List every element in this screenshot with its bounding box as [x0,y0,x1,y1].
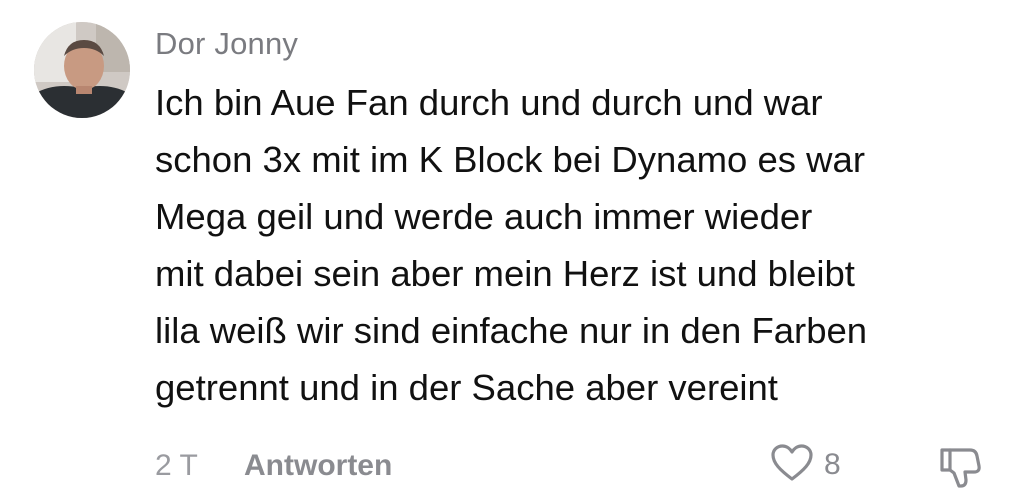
comment-timestamp: 2 T [155,449,198,482]
comment-item: Dor Jonny Ich bin Aue Fan durch und durc… [0,0,1024,497]
thumbs-down-outline-icon [936,448,984,494]
reply-button[interactable]: Antworten [244,446,392,486]
comment-text-line: Ich bin Aue Fan durch und durch und war [155,82,823,123]
like-button[interactable]: 8 [770,440,841,490]
avatar-image [34,22,130,118]
comment-username[interactable]: Dor Jonny [155,24,298,64]
dislike-button[interactable] [936,442,984,490]
like-count: 8 [824,448,841,481]
comment-text-line: mit dabei sein aber mein Herz ist und bl… [155,253,855,294]
comment-text: Ich bin Aue Fan durch und durch und war … [155,74,1015,416]
avatar[interactable] [34,22,130,118]
heart-outline-icon [770,443,814,488]
comment-text-line: lila weiß wir sind einfache nur in den F… [155,310,868,351]
comment-text-line: getrennt und in der Sache aber vereint [155,367,778,408]
comment-text-line: Mega geil und werde auch immer wieder [155,196,813,237]
comment-text-line: schon 3x mit im K Block bei Dynamo es wa… [155,139,865,180]
